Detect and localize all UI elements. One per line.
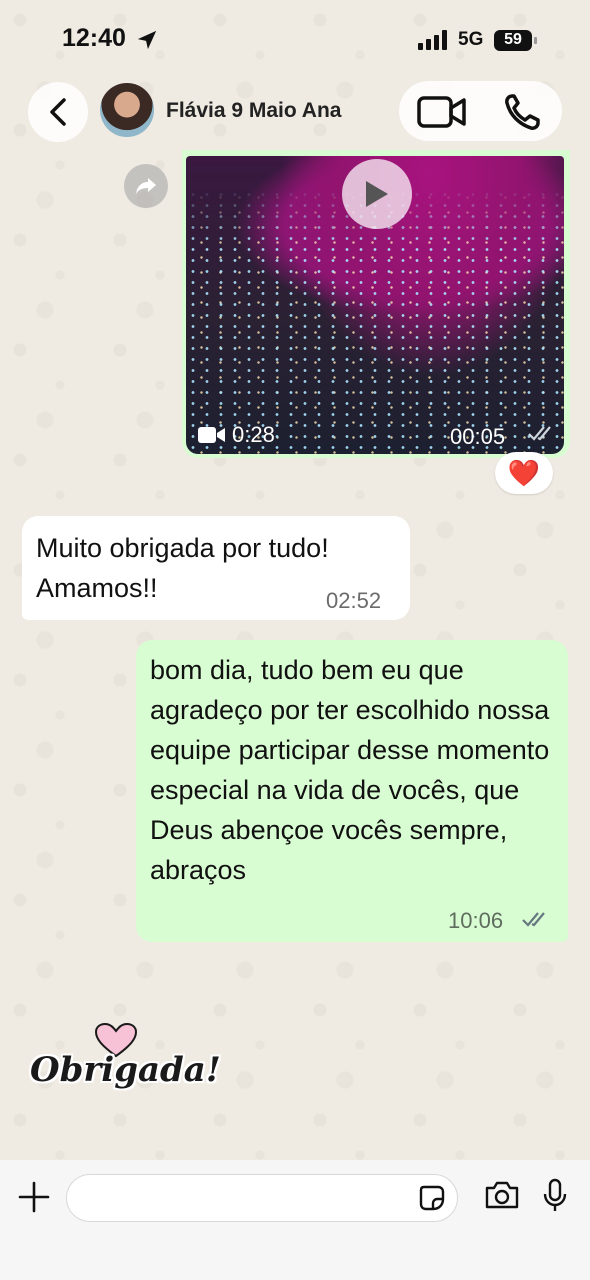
status-bar: 12:40 5G 59 — [0, 0, 590, 80]
obrigada-sticker[interactable]: Obrigada! — [20, 1022, 221, 1102]
plus-icon[interactable] — [14, 1177, 54, 1217]
video-call-icon[interactable] — [417, 95, 467, 129]
contact-name[interactable]: Flávia 9 Maio Ana — [166, 99, 341, 123]
read-ticks-icon — [528, 426, 551, 441]
heart-reaction[interactable]: ❤️ — [495, 452, 553, 494]
video-duration: 0:28 — [198, 422, 275, 448]
microphone-icon[interactable] — [542, 1178, 568, 1214]
forward-button[interactable] — [124, 164, 168, 208]
incoming-message-time: 02:52 — [326, 588, 382, 613]
outgoing-message-text: bom dia, tudo bem eu que agradeço por te… — [150, 655, 550, 885]
status-time: 12:40 — [62, 24, 126, 52]
video-thumbnail[interactable]: 0:28 00:05 — [186, 156, 564, 454]
chevron-left-icon — [50, 98, 66, 126]
play-button[interactable] — [342, 159, 412, 229]
battery-level: 59 — [504, 31, 522, 48]
incoming-message-bubble[interactable]: Muito obrigada por tudo! Amamos!! 02:52 — [22, 516, 410, 620]
phone-call-icon[interactable] — [503, 93, 543, 131]
video-camera-icon — [198, 427, 225, 443]
message-composer — [0, 1160, 590, 1280]
avatar[interactable] — [100, 83, 154, 137]
battery-icon: 59 — [494, 30, 537, 51]
sticker-text: Obrigada! — [30, 1050, 221, 1090]
chat-header: Flávia 9 Maio Ana — [0, 80, 590, 152]
signal-icon — [418, 30, 447, 50]
outgoing-message-bubble[interactable]: bom dia, tudo bem eu que agradeço por te… — [136, 640, 568, 942]
call-actions — [399, 81, 562, 141]
location-arrow-icon — [137, 30, 157, 50]
network-type: 5G — [458, 29, 484, 50]
sticker-icon[interactable] — [418, 1184, 446, 1212]
read-ticks-icon — [522, 912, 545, 927]
video-duration-text: 0:28 — [232, 422, 275, 447]
outgoing-message-time: 10:06 — [448, 908, 504, 933]
video-message-bubble[interactable]: 0:28 00:05 — [182, 150, 570, 458]
camera-icon[interactable] — [484, 1180, 520, 1210]
video-message-time: 00:05 — [450, 424, 506, 449]
forward-arrow-icon — [136, 178, 156, 194]
heart-icon: ❤️ — [507, 457, 541, 488]
message-input[interactable] — [66, 1174, 458, 1222]
play-icon — [366, 181, 388, 207]
back-button[interactable] — [28, 82, 88, 142]
